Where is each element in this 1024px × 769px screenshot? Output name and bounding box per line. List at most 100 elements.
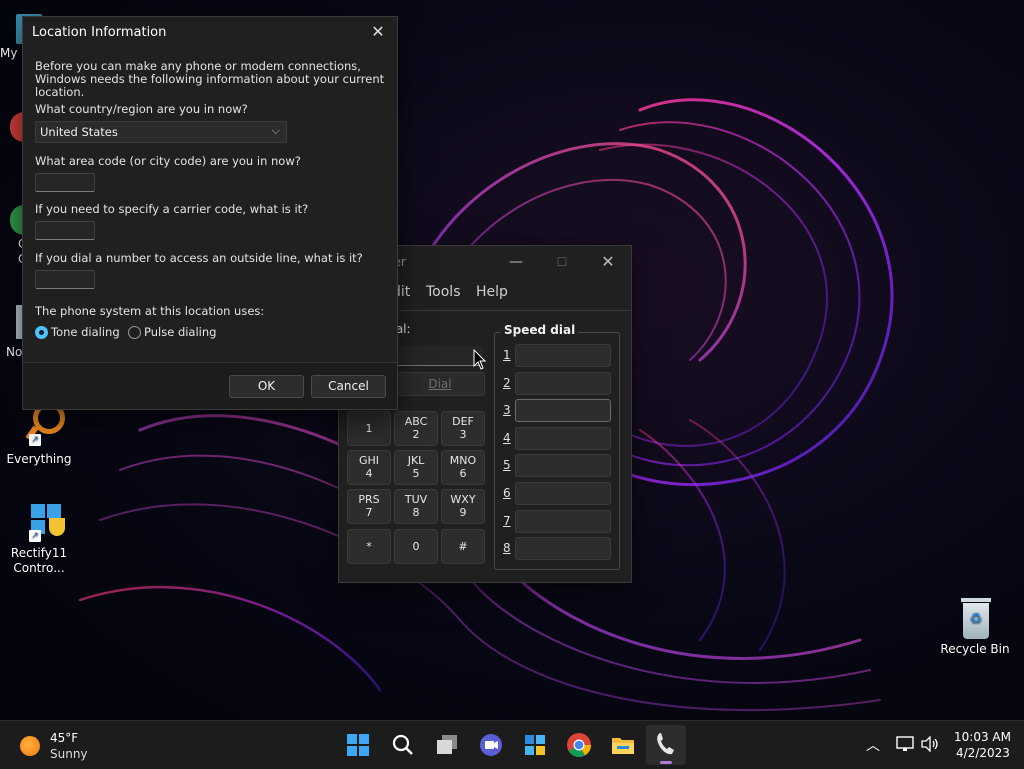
cancel-button[interactable]: Cancel	[311, 375, 386, 398]
keypad-key-5[interactable]: JKL 5	[394, 450, 438, 485]
menu-tools[interactable]: Tools	[426, 284, 461, 300]
speed-dial-button[interactable]	[515, 482, 611, 505]
chrome-icon	[567, 733, 591, 758]
country-question: What country/region are you in now?	[35, 102, 248, 116]
dialog-footer: OK Cancel	[23, 362, 397, 409]
phone-dialer-taskbar-button[interactable]	[646, 725, 686, 765]
key-digit: 9	[459, 506, 467, 519]
key-digit: 0	[412, 540, 420, 553]
radio-selected-icon	[35, 326, 48, 339]
location-information-dialog[interactable]: Location Information ✕ Before you can ma…	[22, 16, 398, 410]
keypad-key-hash[interactable]: #	[441, 529, 485, 564]
desktop-icon-recycle-bin[interactable]: ♻ Recycle Bin	[940, 598, 1010, 657]
keypad-key-6[interactable]: MNO 6	[441, 450, 485, 485]
menu-help[interactable]: Help	[476, 284, 508, 300]
speed-dial-title: Speed dial	[501, 323, 579, 337]
recycle-bin-icon: ♻	[955, 598, 995, 639]
desktop-icon-everything[interactable]: ↗ Everything	[4, 402, 74, 467]
show-hidden-icons-chevron-up-icon[interactable]: ︿	[866, 735, 880, 755]
desktop-icon-label: Rectify11 Contro...	[10, 546, 68, 575]
area-code-question: What area code (or city code) are you in…	[35, 154, 301, 168]
start-button[interactable]	[344, 731, 372, 759]
desktop-icon-label: Recycle Bin	[940, 642, 1010, 656]
search-magnifier-icon: ↗	[19, 402, 65, 448]
key-letters: PRS	[358, 493, 380, 506]
keypad-key-7[interactable]: PRS 7	[347, 489, 391, 524]
search-button[interactable]	[389, 731, 417, 759]
speed-dial-number: 8	[503, 541, 511, 556]
speed-dial-button[interactable]	[515, 371, 611, 395]
keypad-key-1[interactable]: 1	[347, 411, 391, 446]
carrier-code-question: If you need to specify a carrier code, w…	[35, 202, 309, 216]
outside-line-input[interactable]	[35, 270, 95, 289]
dial-button[interactable]: Dial	[395, 372, 485, 396]
speed-dial-button[interactable]	[515, 537, 611, 561]
country-select[interactable]: United States ⌵	[35, 121, 287, 143]
shortcut-arrow-icon: ↗	[29, 530, 41, 542]
speed-dial-group: Speed dial 1 2 3 4 5 6 7 8	[494, 323, 620, 570]
key-letters: ABC	[404, 415, 428, 428]
file-explorer-button[interactable]	[609, 731, 637, 759]
maximize-button[interactable]: ☐	[539, 246, 585, 278]
network-icon[interactable]	[896, 736, 914, 752]
speed-dial-button[interactable]	[515, 426, 611, 450]
clock-date[interactable]: 4/2/2023	[956, 746, 1010, 760]
folder-icon	[612, 738, 634, 754]
speed-dial-button[interactable]	[515, 344, 611, 367]
close-button[interactable]: ✕	[585, 246, 631, 278]
keypad-key-2[interactable]: ABC 2	[394, 411, 438, 446]
weather-temperature: 45°F	[50, 731, 79, 745]
key-digit: 2	[412, 428, 420, 441]
chrome-button[interactable]	[565, 731, 593, 759]
dialog-title: Location Information	[32, 25, 167, 40]
radio-unselected-icon	[128, 326, 141, 339]
sun-icon	[20, 736, 40, 756]
clock-time[interactable]: 10:03 AM	[954, 730, 1011, 744]
tone-dialing-label: Tone dialing	[51, 325, 120, 339]
keypad-key-8[interactable]: TUV 8	[394, 489, 438, 524]
minimize-button[interactable]: —	[493, 246, 539, 278]
speed-dial-number: 2	[503, 375, 511, 390]
widgets-button[interactable]	[521, 731, 549, 759]
shortcut-arrow-icon: ↗	[29, 434, 41, 446]
carrier-code-input[interactable]	[35, 221, 95, 240]
volume-icon[interactable]	[920, 736, 940, 752]
key-letters: WXY	[450, 493, 476, 506]
active-app-indicator	[660, 761, 672, 764]
speed-dial-button[interactable]	[515, 509, 611, 533]
windows-logo-icon	[347, 734, 369, 756]
speed-dial-button[interactable]	[515, 399, 611, 423]
key-letters: TUV	[404, 493, 428, 506]
search-icon	[392, 734, 413, 755]
weather-description: Sunny	[50, 747, 88, 761]
area-code-input[interactable]	[35, 173, 95, 192]
chevron-down-icon: ⌵	[271, 124, 280, 137]
teams-chat-button[interactable]	[477, 731, 505, 759]
keypad-key-0[interactable]: 0	[394, 529, 438, 564]
keypad-key-9[interactable]: WXY 9	[441, 489, 485, 524]
key-digit: 1	[365, 422, 373, 435]
pulse-dialing-label: Pulse dialing	[144, 325, 217, 339]
weather-widget[interactable]: 45°F Sunny	[18, 731, 138, 761]
phone-icon	[657, 733, 674, 755]
key-digit: 8	[412, 506, 420, 519]
speed-dial-number: 5	[503, 458, 511, 473]
dialog-titlebar[interactable]: Location Information ✕	[23, 17, 397, 47]
keypad-key-4[interactable]: GHI 4	[347, 450, 391, 485]
keypad-key-star[interactable]: *	[347, 529, 391, 564]
country-select-value: United States	[40, 125, 118, 139]
key-digit: 3	[459, 428, 467, 441]
intro-text: Before you can make any phone or modem c…	[35, 59, 385, 99]
ok-button[interactable]: OK	[229, 375, 304, 398]
speed-dial-button[interactable]	[515, 454, 611, 478]
key-letters: DEF	[452, 415, 474, 428]
control-center-icon: ↗	[19, 502, 65, 542]
task-view-icon	[437, 735, 457, 754]
outside-line-question: If you dial a number to access an outsid…	[35, 251, 363, 265]
desktop-icon-label: Everything	[6, 452, 72, 466]
close-button[interactable]: ✕	[365, 21, 391, 43]
task-view-button[interactable]	[433, 731, 461, 759]
desktop-icon-rectify11[interactable]: ↗ Rectify11 Contro...	[4, 502, 74, 576]
keypad-key-3[interactable]: DEF 3	[441, 411, 485, 446]
speed-dial-number: 7	[503, 513, 511, 528]
